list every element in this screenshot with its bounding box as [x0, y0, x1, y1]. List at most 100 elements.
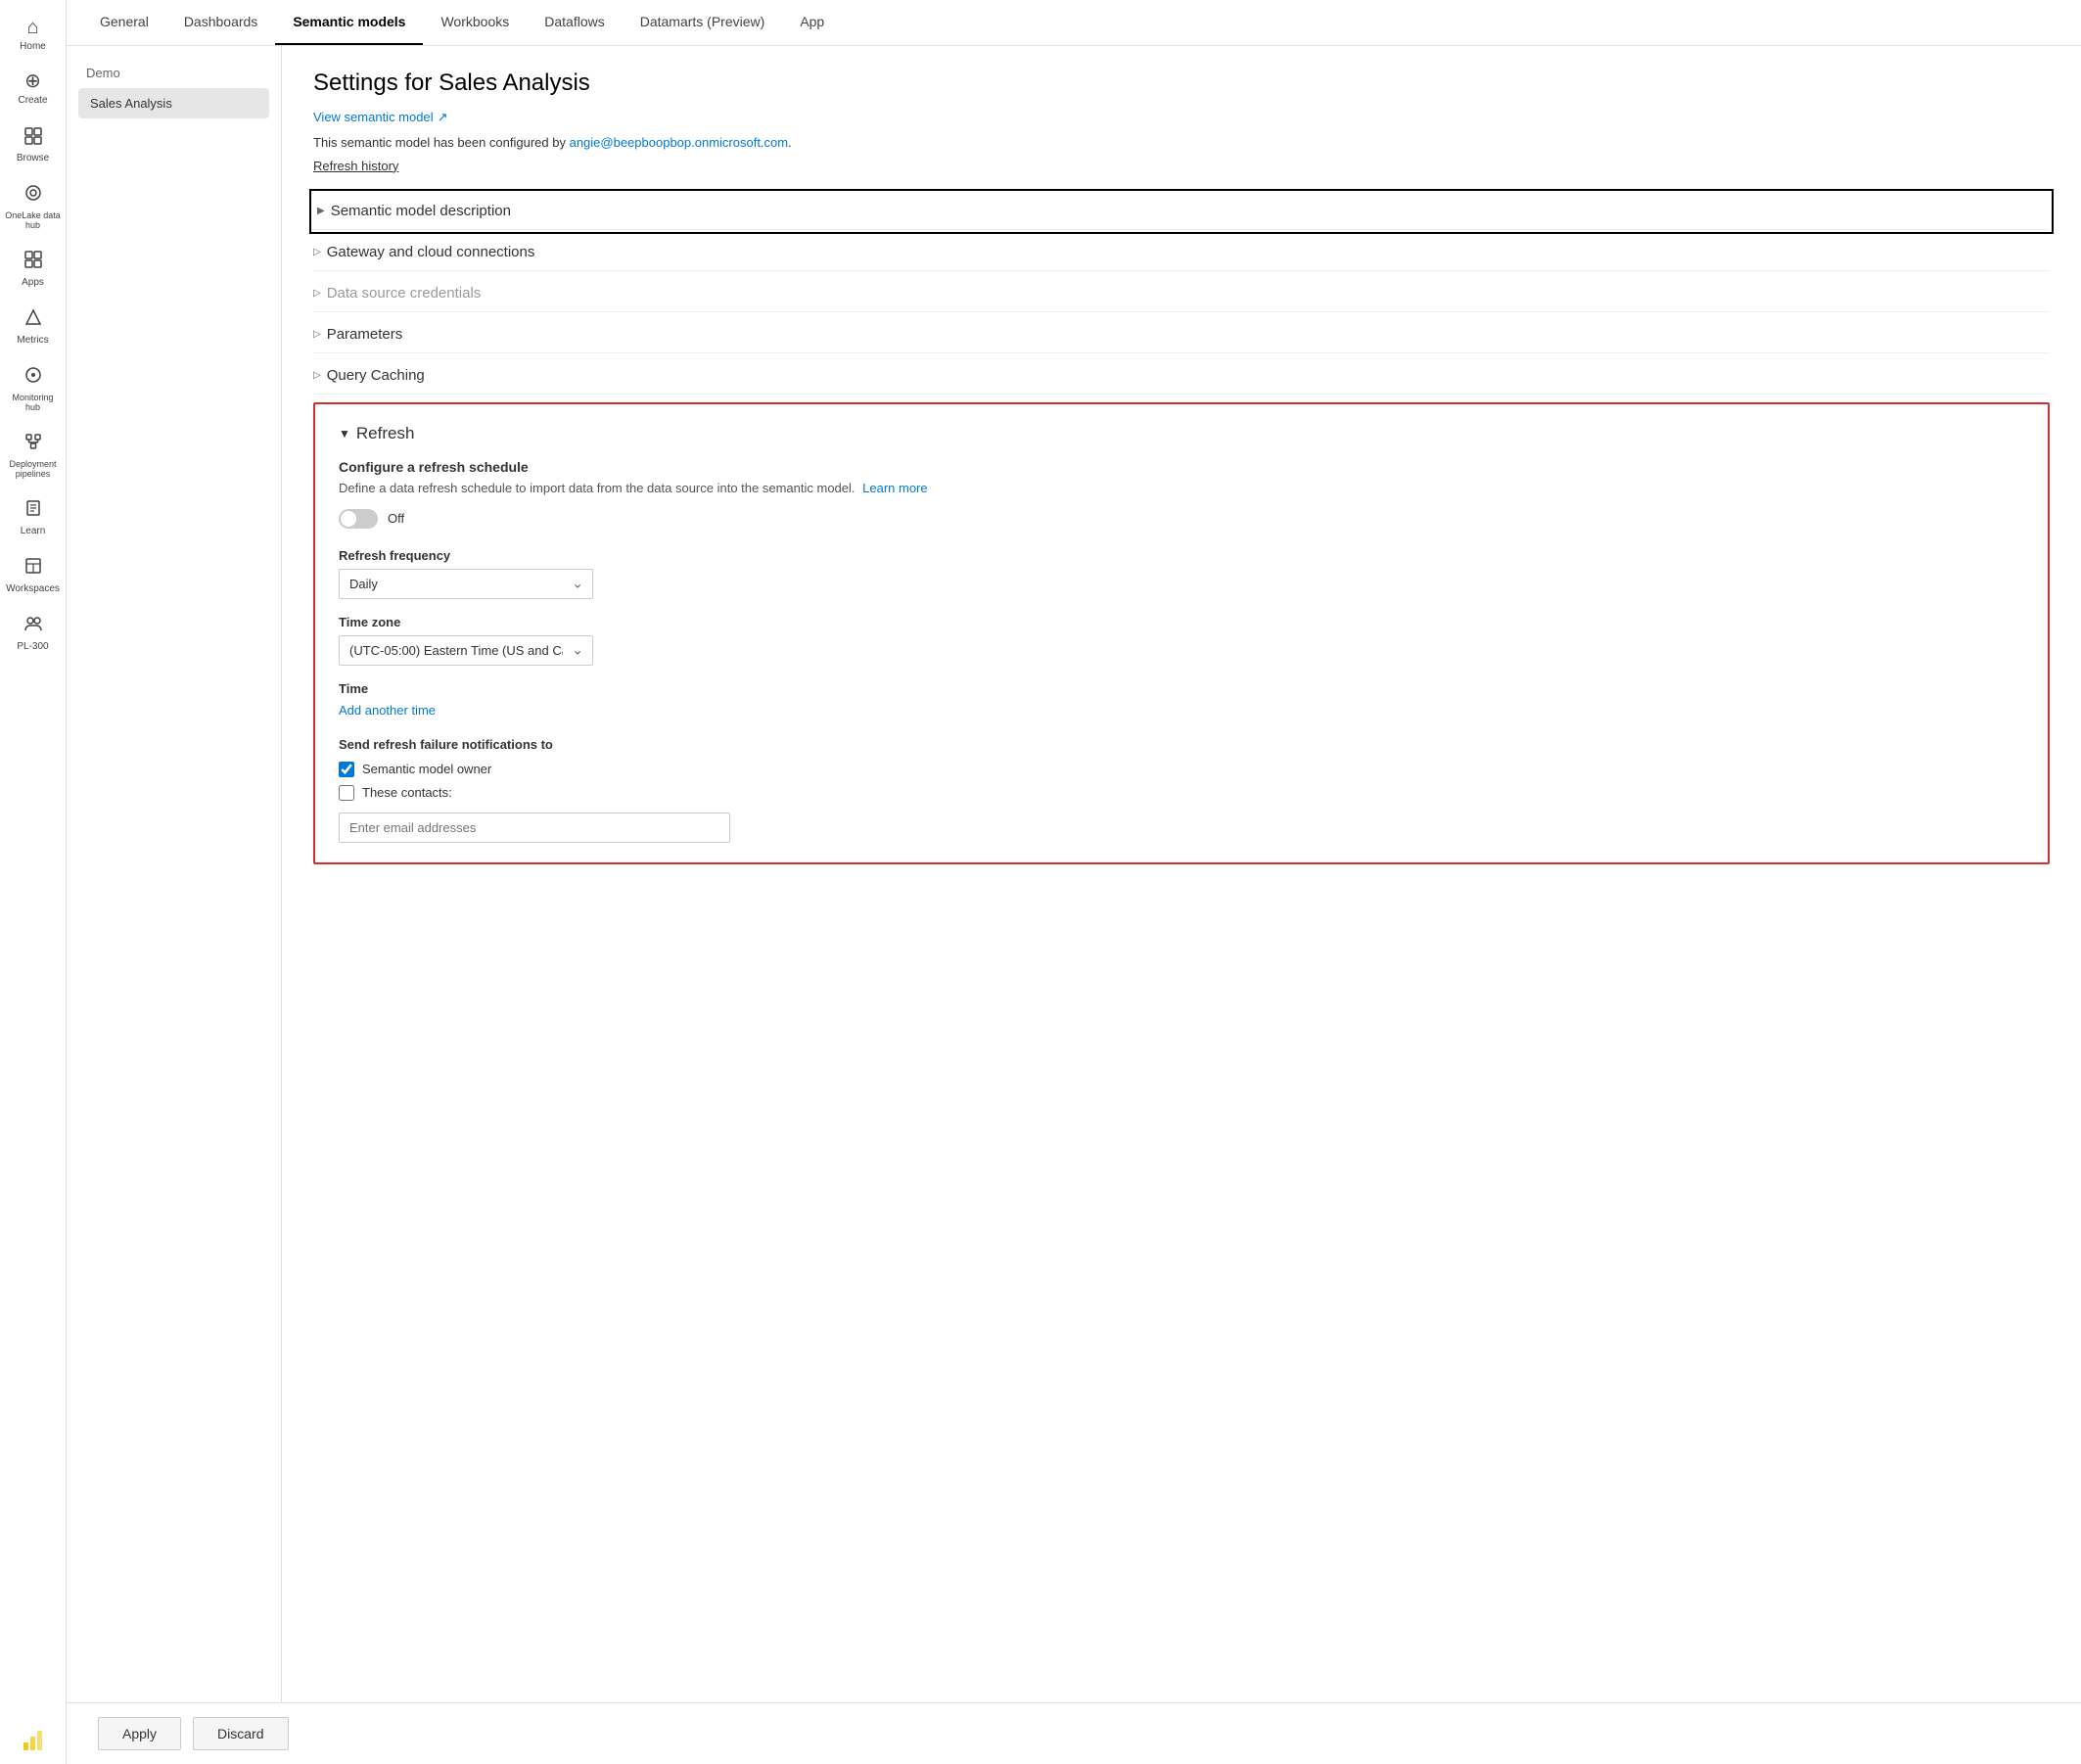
chevron-right-icon: ▷ [313, 288, 321, 299]
owner-checkbox-label[interactable]: Semantic model owner [362, 762, 491, 776]
tab-workbooks[interactable]: Workbooks [423, 0, 527, 45]
right-panel: Settings for Sales Analysis View semanti… [282, 46, 2081, 1702]
configured-by-text: This semantic model has been configured … [313, 135, 2050, 150]
contacts-checkbox-row: These contacts: [339, 785, 2024, 801]
section-datasource-header[interactable]: ▷ Data source credentials [313, 275, 2050, 312]
owner-checkbox[interactable] [339, 762, 354, 777]
sidebar-item-learn[interactable]: Learn [0, 488, 66, 546]
monitoring-icon [23, 365, 43, 389]
tab-app[interactable]: App [782, 0, 842, 45]
toggle-slider [339, 509, 378, 529]
sidebar-item-home[interactable]: ⌂ Home [0, 8, 66, 62]
refresh-history-link[interactable]: Refresh history [313, 159, 398, 173]
bottom-bar: Apply Discard [67, 1702, 2081, 1764]
tab-semantic-models[interactable]: Semantic models [275, 0, 423, 45]
content-area: Demo Sales Analysis Settings for Sales A… [67, 46, 2081, 1702]
frequency-select[interactable]: Daily Weekly [339, 569, 593, 599]
section-parameters-header[interactable]: ▷ Parameters [313, 316, 2050, 353]
section-datasource: ▷ Data source credentials [313, 275, 2050, 312]
contacts-checkbox[interactable] [339, 785, 354, 801]
sidebar-item-workspaces[interactable]: Workspaces [0, 546, 66, 604]
timezone-label: Time zone [339, 615, 2024, 629]
section-parameters: ▷ Parameters [313, 316, 2050, 353]
apply-button[interactable]: Apply [98, 1717, 181, 1750]
sidebar-item-onelake-label: OneLake data hub [4, 210, 62, 230]
sidebar-item-metrics[interactable]: Metrics [0, 298, 66, 355]
contacts-checkbox-label[interactable]: These contacts: [362, 785, 452, 800]
owner-checkbox-row: Semantic model owner [339, 762, 2024, 777]
left-panel-item-sales-analysis[interactable]: Sales Analysis [78, 88, 269, 118]
section-gateway: ▷ Gateway and cloud connections [313, 234, 2050, 271]
tab-general[interactable]: General [82, 0, 166, 45]
view-semantic-model-link[interactable]: View semantic model ↗ [313, 110, 448, 125]
top-tabs: General Dashboards Semantic models Workb… [67, 0, 2081, 46]
sidebar-item-monitoring[interactable]: Monitoring hub [0, 355, 66, 422]
timezone-select-wrapper: (UTC-05:00) Eastern Time (US and Ca [339, 635, 593, 666]
sidebar-item-metrics-label: Metrics [17, 335, 48, 346]
home-icon: ⌂ [26, 18, 38, 37]
timezone-field: Time zone (UTC-05:00) Eastern Time (US a… [339, 615, 2024, 666]
configure-desc: Define a data refresh schedule to import… [339, 481, 2024, 495]
toggle-label: Off [388, 511, 404, 526]
notifications-section: Send refresh failure notifications to Se… [339, 737, 2024, 843]
configure-label: Configure a refresh schedule [339, 459, 2024, 475]
tab-dashboards[interactable]: Dashboards [166, 0, 276, 45]
email-input[interactable] [339, 812, 730, 843]
tab-dataflows[interactable]: Dataflows [527, 0, 622, 45]
sidebar-item-create[interactable]: ⊕ Create [0, 62, 66, 116]
settings-title: Settings for Sales Analysis [313, 70, 2050, 97]
section-caching: ▷ Query Caching [313, 357, 2050, 395]
sidebar-item-monitoring-label: Monitoring hub [4, 393, 62, 412]
left-panel-group: Demo [78, 62, 269, 84]
tab-datamarts[interactable]: Datamarts (Preview) [623, 0, 783, 45]
learn-more-link[interactable]: Learn more [862, 481, 927, 495]
time-field: Time Add another time [339, 681, 2024, 718]
refresh-section: ▼ Refresh Configure a refresh schedule D… [313, 402, 2050, 864]
apps-icon [23, 250, 43, 273]
section-caching-header[interactable]: ▷ Query Caching [313, 357, 2050, 395]
sidebar-item-learn-label: Learn [21, 526, 46, 536]
section-gateway-header[interactable]: ▷ Gateway and cloud connections [313, 234, 2050, 271]
discard-button[interactable]: Discard [193, 1717, 288, 1750]
sidebar-item-apps-label: Apps [22, 277, 44, 288]
refresh-toggle[interactable] [339, 509, 378, 529]
refresh-title: ▼ Refresh [339, 424, 2024, 443]
sidebar-item-create-label: Create [18, 95, 47, 106]
notif-label: Send refresh failure notifications to [339, 737, 2024, 752]
workspaces-icon [23, 556, 43, 580]
left-panel: Demo Sales Analysis [67, 46, 282, 1702]
chevron-down-icon: ▼ [339, 427, 350, 441]
section-description-header[interactable]: ▶ Semantic model description [313, 193, 2050, 230]
add-time-link[interactable]: Add another time [339, 703, 436, 718]
sidebar-item-pl300[interactable]: PL-300 [0, 604, 66, 662]
main-content: General Dashboards Semantic models Workb… [67, 0, 2081, 1764]
sidebar-item-onelake[interactable]: OneLake data hub [0, 173, 66, 240]
time-label: Time [339, 681, 2024, 696]
timezone-select[interactable]: (UTC-05:00) Eastern Time (US and Ca [339, 635, 593, 666]
sidebar-item-workspaces-label: Workspaces [6, 583, 60, 594]
sidebar-item-home-label: Home [20, 41, 46, 52]
sidebar-item-browse[interactable]: Browse [0, 116, 66, 173]
browse-icon [23, 125, 43, 149]
onelake-icon [23, 183, 43, 207]
sidebar-item-deployment[interactable]: Deployment pipelines [0, 422, 66, 488]
deployment-icon [23, 432, 43, 455]
sidebar-item-pl300-label: PL-300 [17, 641, 48, 652]
learn-icon [23, 498, 43, 522]
sidebar-item-browse-label: Browse [17, 153, 49, 163]
external-link-icon: ↗ [438, 110, 448, 125]
sidebar-item-apps[interactable]: Apps [0, 240, 66, 298]
chevron-right-icon: ▷ [313, 370, 321, 381]
create-icon: ⊕ [24, 71, 41, 91]
sidebar-item-deployment-label: Deployment pipelines [4, 459, 62, 479]
metrics-icon [23, 307, 43, 331]
frequency-label: Refresh frequency [339, 548, 2024, 563]
configured-by-email[interactable]: angie@beepboopbop.onmicrosoft.com [570, 135, 789, 150]
frequency-select-wrapper: Daily Weekly [339, 569, 593, 599]
chevron-right-icon: ▷ [313, 329, 321, 340]
pl300-icon [23, 614, 43, 637]
section-description: ▶ Semantic model description [313, 193, 2050, 230]
powerbi-logo [20, 1713, 47, 1764]
chevron-right-icon: ▶ [317, 206, 325, 216]
toggle-row: Off [339, 509, 2024, 529]
